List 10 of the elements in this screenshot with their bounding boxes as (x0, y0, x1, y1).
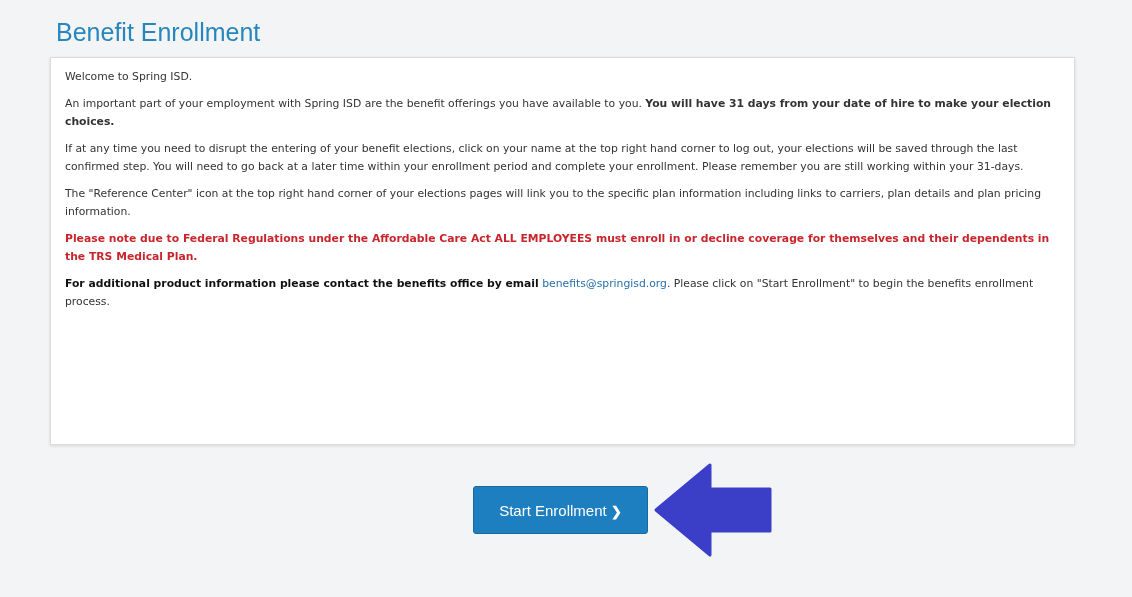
paragraph: An important part of your employment with Spring ISD are the benefit offerings you have available to you. You will have 31 days from your date of hire to make your election choices. (65, 96, 1053, 130)
start-enrollment-button[interactable]: Start Enrollment ❯ (473, 486, 648, 534)
page-title: Benefit Enrollment (56, 18, 262, 47)
paragraph: Welcome to Spring ISD. (65, 69, 194, 85)
arrow-icon (654, 463, 772, 557)
paragraph: The "Reference Center" icon at the top right hand corner of your elections pages will link you to the specific plan information including links to carriers, plan details and plan pricing information. (65, 186, 1043, 220)
contact-paragraph: For additional product information please contact the benefits office by email benefits@springisd.org. Please click on "Start Enrollment" to begin the benefits enrollment process. (65, 276, 1035, 310)
email-link[interactable]: benefits@springisd.org (542, 277, 667, 290)
notice-paragraph: Please note due to Federal Regulations under the Affordable Care Act ALL EMPLOYEES must enroll in or decline coverage for themselves and their dependents in the TRS Medical Plan. (65, 231, 1051, 265)
paragraph: If at any time you need to disrupt the entering of your benefit elections, click on your name at the top right hand corner to log out, your elections will be saved through the last confirmed step. You will need to go back at a later time within your enrollment period and complete your enrollment. Please remember you are still working within your 31-days. (65, 141, 1025, 175)
